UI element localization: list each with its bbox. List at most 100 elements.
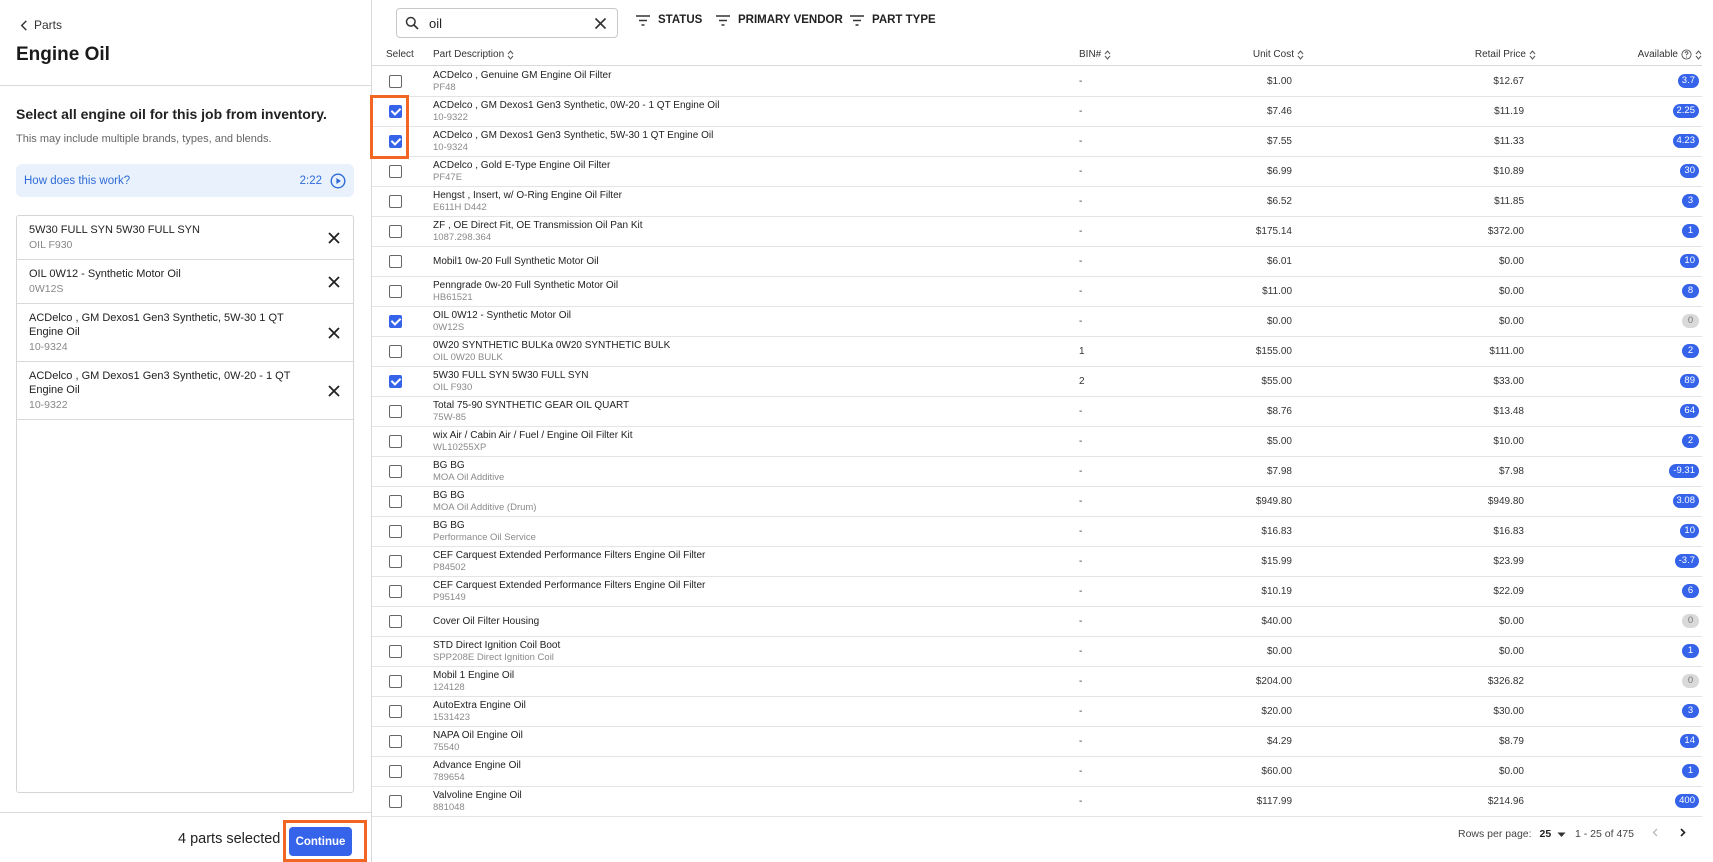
- remove-part-icon[interactable]: [327, 275, 341, 289]
- header-description[interactable]: Part Description: [433, 49, 514, 60]
- row-select-checkbox[interactable]: [389, 75, 402, 88]
- table-row[interactable]: ACDelco , Genuine GM Engine Oil Filter PF…: [372, 67, 1702, 97]
- table-row[interactable]: wix Air / Cabin Air / Fuel / Engine Oil …: [372, 427, 1702, 457]
- row-select-checkbox[interactable]: [389, 525, 402, 538]
- part-description: Cover Oil Filter Housing: [433, 616, 540, 627]
- part-description-cell: wix Air / Cabin Air / Fuel / Engine Oil …: [433, 430, 1033, 453]
- table-row[interactable]: ACDelco , GM Dexos1 Gen3 Synthetic, 0W-2…: [372, 97, 1702, 127]
- table-row[interactable]: Cover Oil Filter Housing - $40.00 $0.00 0: [372, 607, 1702, 637]
- available-badge: 1: [1682, 224, 1699, 238]
- retail-price-cell: $10.89: [1493, 166, 1524, 177]
- remove-part-icon[interactable]: [327, 231, 341, 245]
- table-row[interactable]: STD Direct Ignition Coil Boot SPP208E Dir…: [372, 637, 1702, 667]
- row-select-checkbox[interactable]: [389, 645, 402, 658]
- part-number: P84502: [433, 562, 466, 573]
- table-row[interactable]: Advance Engine Oil 789654 - $60.00 $0.00 1: [372, 757, 1702, 787]
- table-row[interactable]: ACDelco , GM Dexos1 Gen3 Synthetic, 5W-3…: [372, 127, 1702, 157]
- part-number: WL10255XP: [433, 442, 487, 453]
- next-page-button[interactable]: [1678, 828, 1687, 837]
- table-row[interactable]: Valvoline Engine Oil 881048 - $117.99 $214.9…: [372, 787, 1702, 817]
- back-to-parts-link[interactable]: Parts: [20, 18, 62, 32]
- filter-part-type-button[interactable]: PART TYPE: [850, 14, 936, 26]
- instruction-text: Select all engine oil for this job from …: [16, 106, 327, 122]
- row-select-checkbox[interactable]: [389, 435, 402, 448]
- search-input[interactable]: [429, 15, 579, 31]
- table-row[interactable]: CEF Carquest Extended Performance Filter…: [372, 547, 1702, 577]
- row-select-checkbox[interactable]: [389, 495, 402, 508]
- table-row[interactable]: NAPA Oil Engine Oil 75540 - $4.29 $8.79 14: [372, 727, 1702, 757]
- table-row[interactable]: AutoExtra Engine Oil 1531423 - $20.00 $30.00…: [372, 697, 1702, 727]
- table-row[interactable]: ACDelco , Gold E-Type Engine Oil Filter P…: [372, 157, 1702, 187]
- bin-cell: -: [1079, 226, 1083, 237]
- table-row[interactable]: Mobil 1 Engine Oil 124128 - $204.00 $326.82 0: [372, 667, 1702, 697]
- part-description-cell: Cover Oil Filter Housing: [433, 616, 1033, 628]
- row-select-checkbox[interactable]: [389, 195, 402, 208]
- table-row[interactable]: ZF , OE Direct Fit, OE Transmission Oil …: [372, 217, 1702, 247]
- header-available[interactable]: Available: [1638, 49, 1702, 60]
- help-circle-icon[interactable]: [1681, 49, 1692, 60]
- left-panel: Parts Engine Oil Select all engine oil f…: [0, 0, 372, 862]
- available-badge: 10: [1680, 524, 1699, 538]
- row-select-checkbox[interactable]: [389, 585, 402, 598]
- table-row[interactable]: Hengst , Insert, w/ O-Ring Engine Oil Fi…: [372, 187, 1702, 217]
- table-row[interactable]: CEF Carquest Extended Performance Filter…: [372, 577, 1702, 607]
- row-select-checkbox[interactable]: [389, 285, 402, 298]
- prev-page-button[interactable]: [1651, 828, 1660, 837]
- unit-cost-cell: $40.00: [1261, 616, 1292, 627]
- header-unit-cost-label: Unit Cost: [1252, 49, 1294, 60]
- row-select-checkbox[interactable]: [389, 405, 402, 418]
- row-select-checkbox[interactable]: [389, 465, 402, 478]
- row-select-checkbox[interactable]: [389, 315, 402, 328]
- retail-price-cell: $0.00: [1498, 766, 1524, 777]
- row-select-checkbox[interactable]: [389, 135, 402, 148]
- row-select-checkbox[interactable]: [389, 675, 402, 688]
- remove-part-icon[interactable]: [327, 326, 341, 340]
- part-number: PF47E: [433, 172, 463, 183]
- search-icon: [405, 16, 419, 30]
- row-select-checkbox[interactable]: [389, 375, 402, 388]
- unit-cost-cell: $60.00: [1261, 766, 1292, 777]
- header-unit-cost[interactable]: Unit Cost: [1253, 49, 1304, 60]
- continue-button[interactable]: Continue: [289, 827, 352, 856]
- header-retail-price[interactable]: Retail Price: [1475, 49, 1536, 60]
- row-select-checkbox[interactable]: [389, 615, 402, 628]
- row-select-checkbox[interactable]: [389, 705, 402, 718]
- rows-per-page-select[interactable]: 25: [1540, 828, 1567, 840]
- filter-status-button[interactable]: STATUS: [636, 14, 702, 26]
- row-select-checkbox[interactable]: [389, 735, 402, 748]
- filter-primary-vendor-label: PRIMARY VENDOR: [738, 14, 843, 26]
- row-select-checkbox[interactable]: [389, 225, 402, 238]
- remove-part-icon[interactable]: [327, 384, 341, 398]
- header-bin[interactable]: BIN#: [1079, 49, 1111, 60]
- row-select-checkbox[interactable]: [389, 105, 402, 118]
- row-select-checkbox[interactable]: [389, 345, 402, 358]
- retail-price-cell: $0.00: [1498, 316, 1524, 327]
- filter-primary-vendor-button[interactable]: PRIMARY VENDOR: [716, 14, 843, 26]
- row-select-checkbox[interactable]: [389, 165, 402, 178]
- page-range: 1 - 25 of 475: [1575, 828, 1634, 840]
- table-row[interactable]: 5W30 FULL SYN 5W30 FULL SYN OIL F930 2 $55.…: [372, 367, 1702, 397]
- row-select-checkbox[interactable]: [389, 255, 402, 268]
- clear-search-icon[interactable]: [594, 17, 607, 30]
- row-select-checkbox[interactable]: [389, 765, 402, 778]
- filter-part-type-label: PART TYPE: [872, 14, 936, 26]
- table-row[interactable]: Mobil1 0w-20 Full Synthetic Motor Oil - $6…: [372, 247, 1702, 277]
- table-row[interactable]: BG BG Performance Oil Service - $16.83 $16.8…: [372, 517, 1702, 547]
- available-badge: 400: [1675, 794, 1699, 808]
- table-row[interactable]: OIL 0W12 - Synthetic Motor Oil 0W12S - $0.0…: [372, 307, 1702, 337]
- row-select-checkbox[interactable]: [389, 555, 402, 568]
- available-badge: 64: [1680, 404, 1699, 418]
- bin-cell: -: [1079, 316, 1083, 327]
- how-does-this-work-button[interactable]: How does this work? 2:22: [16, 164, 354, 197]
- table-row[interactable]: Penngrade 0w-20 Full Synthetic Motor Oil…: [372, 277, 1702, 307]
- table-row[interactable]: Total 75-90 SYNTHETIC GEAR OIL QUART 75W-…: [372, 397, 1702, 427]
- table-row[interactable]: BG BG MOA Oil Additive (Drum) - $949.80 $949…: [372, 487, 1702, 517]
- available-badge: 3.7: [1677, 74, 1699, 88]
- selected-part-code: OIL F930: [29, 239, 73, 251]
- available-badge: 2.25: [1672, 104, 1699, 118]
- part-description: ACDelco , GM Dexos1 Gen3 Synthetic, 5W-3…: [433, 130, 714, 141]
- chevron-left-icon: [1652, 828, 1658, 837]
- row-select-checkbox[interactable]: [389, 795, 402, 808]
- table-row[interactable]: 0W20 SYNTHETIC BULKa 0W20 SYNTHETIC BULK…: [372, 337, 1702, 367]
- table-row[interactable]: BG BG MOA Oil Additive - $7.98 $7.98 -9.31: [372, 457, 1702, 487]
